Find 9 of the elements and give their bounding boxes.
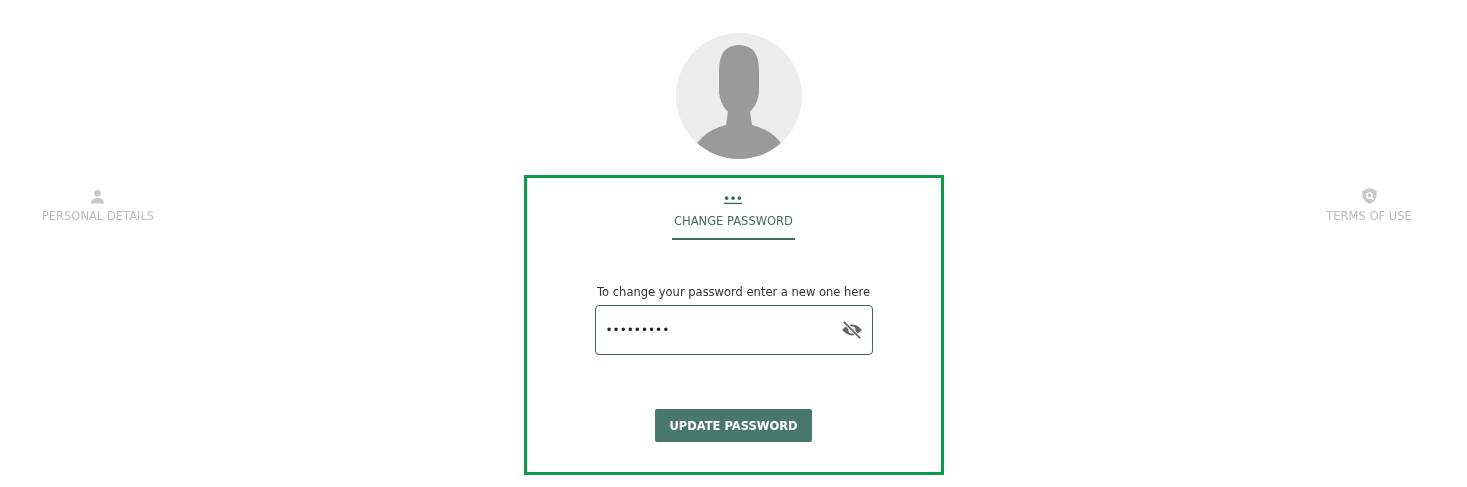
tab[interactable]: CHANGE PASSWORD <box>672 194 795 240</box>
person-icon <box>90 188 106 204</box>
field-label: To change your password enter a new one here <box>597 285 870 299</box>
hide-password-icon[interactable] <box>840 321 863 339</box>
password-field[interactable]: ••••••••• <box>594 305 873 355</box>
update-password-button[interactable]: UPDATE PASSWORD <box>655 409 812 442</box>
avatar-icon <box>675 33 802 159</box>
shield-search-icon <box>1361 188 1377 204</box>
password-icon <box>723 194 744 206</box>
